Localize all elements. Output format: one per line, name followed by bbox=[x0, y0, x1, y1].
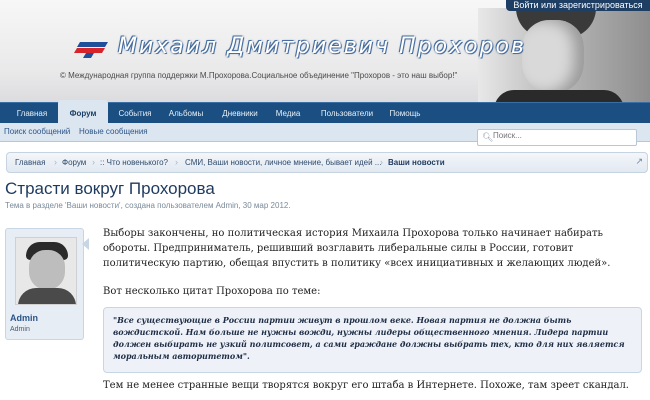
breadcrumb-home[interactable]: Главная bbox=[15, 153, 45, 172]
post-quote: "Все существующие в России партии живут … bbox=[103, 307, 642, 373]
search-input[interactable] bbox=[493, 131, 633, 140]
nav-tab-home[interactable]: Главная bbox=[8, 103, 56, 124]
breadcrumb-separator-icon: › bbox=[380, 157, 383, 167]
thread-title: Страсти вокруг Прохорова bbox=[5, 179, 215, 198]
search-box[interactable]: 🔍︎ bbox=[477, 129, 637, 146]
search-icon: 🔍︎ bbox=[482, 132, 494, 142]
post-paragraph: Вот несколько цитат Прохорова по теме: bbox=[103, 286, 321, 297]
post-paragraph: Выборы закончены, но политическая истори… bbox=[103, 228, 611, 269]
post-paragraph: Тем не менее странные вещи творятся вокр… bbox=[103, 380, 629, 391]
post-author-card: Admin Admin bbox=[5, 228, 84, 340]
nav-tab-albums[interactable]: Альбомы bbox=[163, 103, 209, 124]
breadcrumb-media-section[interactable]: СМИ, Ваши новости, личное мнение, бывает… bbox=[185, 153, 381, 172]
subnav-new-posts[interactable]: Новые сообщения bbox=[79, 123, 148, 141]
post-author-name[interactable]: Admin bbox=[10, 313, 38, 323]
post-pointer bbox=[82, 238, 89, 250]
nav-tab-users[interactable]: Пользователи bbox=[316, 103, 378, 124]
site-title[interactable]: Михаил Дмитриевич Прохоров bbox=[118, 34, 526, 59]
breadcrumb-your-news[interactable]: Ваши новости bbox=[388, 153, 445, 172]
nav-tab-help[interactable]: Помощь bbox=[384, 103, 426, 124]
nav-tab-events[interactable]: События bbox=[110, 103, 160, 124]
breadcrumb-separator-icon: › bbox=[54, 157, 57, 167]
breadcrumb: Главная › Форум › :: Что новенького? › С… bbox=[6, 152, 648, 173]
breadcrumb-separator-icon: › bbox=[175, 157, 178, 167]
site-subtitle: © Международная группа поддержки М.Прохо… bbox=[60, 71, 458, 80]
subnav-search-posts[interactable]: Поиск сообщений bbox=[4, 123, 70, 141]
site-header: Войти или зарегистрироваться Михаил Дмит… bbox=[0, 0, 650, 102]
avatar[interactable] bbox=[15, 237, 77, 305]
breadcrumb-whats-new[interactable]: :: Что новенького? bbox=[100, 153, 168, 172]
nav-tab-diaries[interactable]: Дневники bbox=[213, 103, 267, 124]
breadcrumb-separator-icon: › bbox=[92, 157, 95, 167]
jump-arrow-icon[interactable]: ↗ bbox=[635, 156, 643, 167]
nav-tab-forum[interactable]: Форум bbox=[58, 100, 108, 124]
post-quote-text: "Все существующие в России партии живут … bbox=[113, 315, 625, 361]
post-author-role: Admin bbox=[10, 326, 30, 333]
login-register-button[interactable]: Войти или зарегистрироваться bbox=[506, 0, 650, 11]
breadcrumb-forum[interactable]: Форум bbox=[62, 153, 86, 172]
main-navigation: Главная Форум События Альбомы Дневники М… bbox=[0, 100, 650, 124]
thread-meta: Тема в разделе 'Ваши новости', создана п… bbox=[5, 201, 291, 210]
nav-tab-media[interactable]: Медиа bbox=[268, 103, 308, 124]
logo-icon[interactable] bbox=[74, 42, 108, 58]
